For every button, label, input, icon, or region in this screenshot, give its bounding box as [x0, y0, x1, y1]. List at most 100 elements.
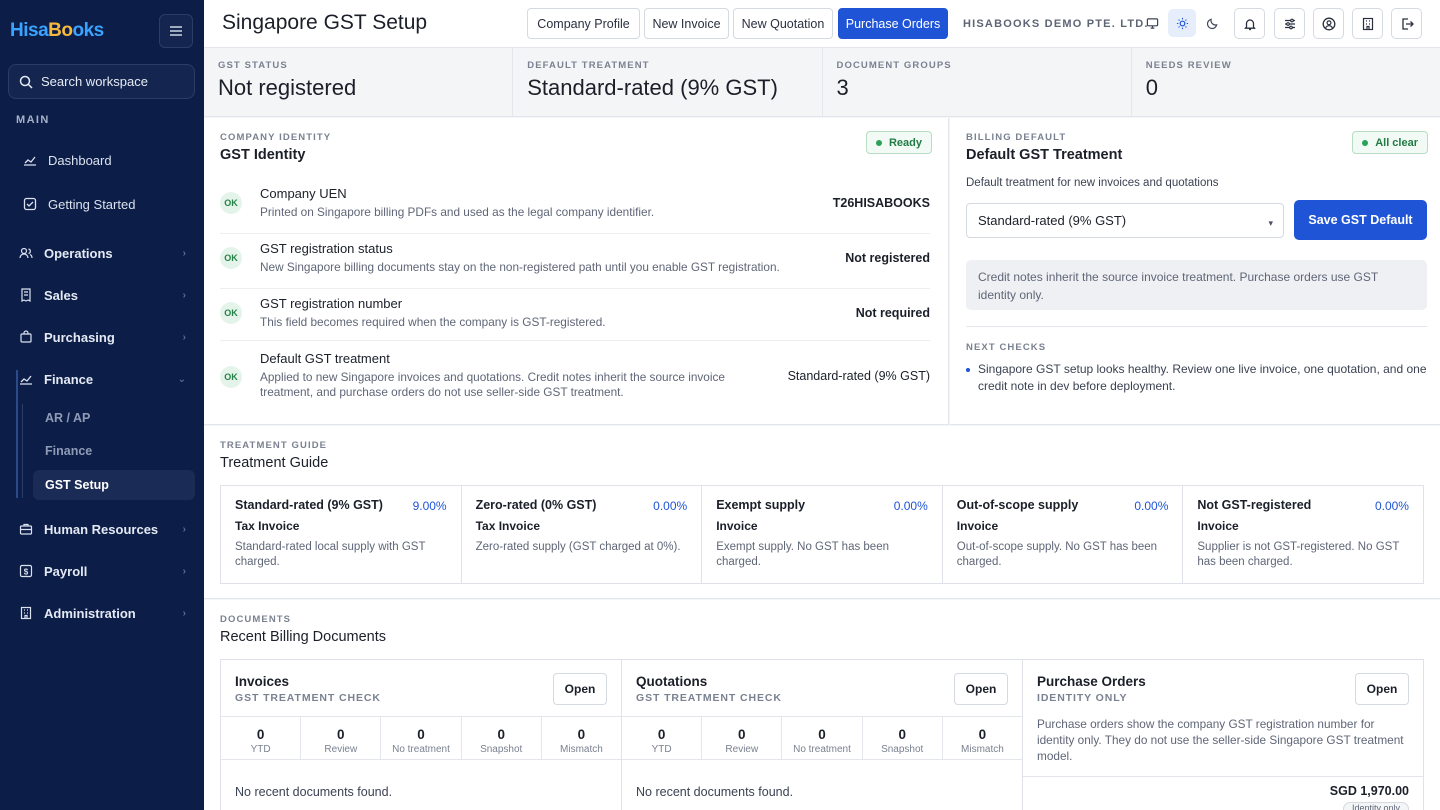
quotations-card: Quotations GST TREATMENT CHECK Open 0 YTD… [622, 660, 1023, 810]
profile-button[interactable] [1313, 8, 1344, 39]
company-switch-button[interactable] [1352, 8, 1383, 39]
sidebar-item-label: Getting Started [48, 196, 136, 212]
page-title: Singapore GST Setup [222, 11, 428, 34]
metric-label: Review [725, 744, 759, 755]
svg-text:$: $ [24, 568, 29, 577]
status-dot-icon [875, 139, 882, 146]
sidebar-group-purchasing[interactable]: Purchasing › [0, 327, 204, 347]
row-title: Company UEN [260, 186, 347, 201]
sidebar-group-finance[interactable]: Finance ⌄ [0, 369, 204, 389]
users-icon [18, 245, 34, 261]
sidebar-item-finance[interactable]: Finance [45, 444, 92, 458]
treatment-document: Invoice [956, 519, 999, 533]
card-title: Purchase Orders [1037, 674, 1146, 689]
metric-label: Mismatch [961, 744, 1004, 755]
sidebar-item-label: Dashboard [48, 152, 112, 168]
treatment-rate: 0.00% [1134, 499, 1169, 513]
panel-caption: COMPANY IDENTITY [220, 132, 332, 143]
status-badge: Ready [865, 131, 932, 154]
sidebar-item-gst-setup[interactable]: GST Setup [45, 478, 109, 492]
checkbox-icon [22, 196, 38, 212]
company-name: HISABOOKS DEMO PTE. LTD. [963, 18, 1149, 30]
cart-icon [18, 329, 34, 345]
sidebar-group-sales[interactable]: Sales › [0, 285, 204, 305]
metric-label: Review [324, 744, 358, 755]
new-invoice-button[interactable]: New Invoice [644, 8, 729, 39]
sidebar-group-label: Payroll [44, 563, 88, 579]
row-value: Standard-rated (9% GST) [787, 369, 930, 383]
open-purchase-orders-button[interactable]: Open [1355, 673, 1409, 705]
row-value: T26HISABOOKS [832, 196, 930, 210]
metric-value: 0 [738, 727, 746, 742]
metric-label: Mismatch [560, 744, 603, 755]
panel-title: Recent Billing Documents [220, 629, 387, 645]
sidebar-item-getting-started[interactable]: Getting Started [0, 194, 204, 214]
treatment-document: Invoice [1197, 519, 1239, 533]
metric-value: 0 [417, 727, 425, 742]
row-description: New Singapore billing documents stay on … [260, 260, 780, 274]
identity-row-registration-number: OK GST registration number This field be… [220, 288, 930, 343]
section-label-main: MAIN [16, 114, 50, 126]
search-box[interactable] [8, 64, 195, 99]
metric-review: 0 Review [702, 717, 783, 759]
metric-label: YTD [651, 744, 672, 755]
empty-state: No recent documents found. [636, 785, 794, 799]
top-bar: Singapore GST Setup Company Profile New … [204, 0, 1440, 48]
sun-icon[interactable] [1168, 9, 1196, 37]
sidebar-group-payroll[interactable]: $ Payroll › [0, 561, 204, 581]
logo-text-c: oks [72, 20, 104, 41]
invoices-card: Invoices GST TREATMENT CHECK Open 0 YTD 0… [221, 660, 622, 810]
metric-value: 0 [818, 727, 826, 742]
app-logo[interactable]: HisaBooks [10, 20, 104, 42]
metric-ytd: 0 YTD [622, 717, 703, 759]
row-title: GST registration number [260, 296, 403, 311]
logout-button[interactable] [1391, 8, 1422, 39]
metric-value: 0 [256, 727, 265, 742]
empty-state: No recent documents found. [235, 785, 393, 799]
menu-toggle-button[interactable] [159, 14, 193, 48]
metrics-row: 0 YTD 0 Review 0 No treatment 0 Snapshot 0 Mi… [221, 716, 621, 760]
ok-check-icon: OK [220, 247, 242, 269]
metric-no-treatment: 0 No treatment [782, 717, 863, 759]
card-subtitle: GST TREATMENT CHECK [636, 692, 782, 704]
sidebar-group-human-resources[interactable]: Human Resources › [0, 519, 204, 539]
ok-check-icon: OK [220, 302, 242, 324]
save-gst-default-button[interactable]: Save GST Default [1294, 200, 1427, 240]
company-profile-button[interactable]: Company Profile [527, 8, 640, 39]
monitor-icon[interactable] [1138, 9, 1166, 37]
panel-title: Treatment Guide [220, 455, 329, 471]
notifications-button[interactable] [1234, 8, 1265, 39]
stat-label: DOCUMENT GROUPS [836, 60, 952, 71]
selected-value: Standard-rated (9% GST) [978, 213, 1127, 228]
open-invoices-button[interactable]: Open [553, 673, 607, 705]
panel-caption: TREATMENT GUIDE [220, 440, 328, 451]
receipt-icon [18, 287, 34, 303]
moon-icon[interactable] [1198, 9, 1226, 37]
treatment-rate: 0.00% [893, 499, 928, 513]
gst-identity-panel: COMPANY IDENTITY GST Identity Ready OK C… [204, 118, 949, 425]
status-dot-icon [1362, 139, 1369, 146]
ok-check-icon: OK [220, 366, 242, 388]
stat-value: 0 [1145, 75, 1158, 100]
treatment-rate: 9.00% [412, 499, 447, 513]
sidebar-group-administration[interactable]: Administration › [0, 603, 204, 623]
metric-review: 0 Review [301, 717, 382, 759]
sidebar-item-dashboard[interactable]: Dashboard [0, 150, 204, 170]
status-badge: All clear [1352, 131, 1428, 154]
hamburger-icon [170, 26, 182, 36]
sidebar-item-ar-ap[interactable]: AR / AP [45, 411, 90, 425]
row-value: Not required [855, 306, 930, 320]
new-quotation-button[interactable]: New Quotation [733, 8, 833, 39]
row-description: Printed on Singapore billing PDFs and us… [260, 205, 655, 219]
card-title: Quotations [636, 674, 708, 689]
filters-button[interactable] [1274, 8, 1305, 39]
search-input[interactable] [41, 74, 181, 89]
sidebar-group-label: Administration [44, 605, 136, 621]
purchase-orders-button[interactable]: Purchase Orders [838, 8, 948, 39]
sidebar-group-operations[interactable]: Operations › [0, 243, 204, 263]
divider [966, 326, 1427, 327]
default-treatment-select[interactable]: Standard-rated (9% GST) ▾ [966, 203, 1284, 238]
stat-label: NEEDS REVIEW [1145, 60, 1232, 71]
billing-default-panel: BILLING DEFAULT Default GST Treatment Al… [950, 118, 1440, 425]
open-quotations-button[interactable]: Open [954, 673, 1008, 705]
